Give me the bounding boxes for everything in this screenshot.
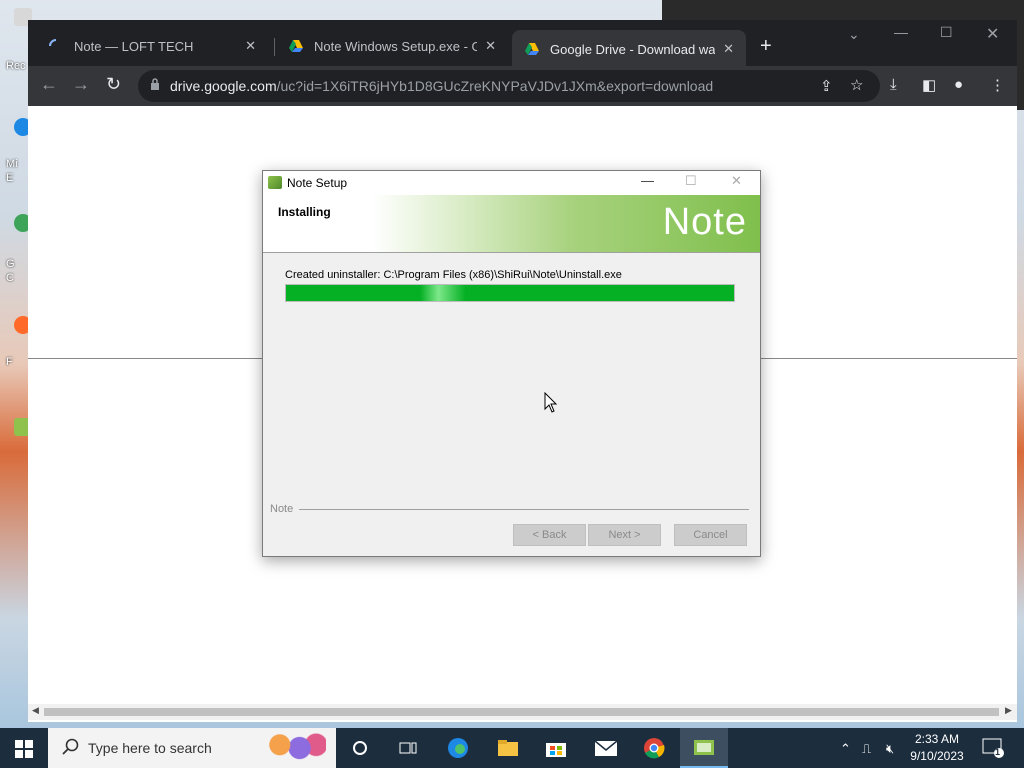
tab-note-setup[interactable]: Note Windows Setup.exe - Goog ✕ <box>276 30 508 62</box>
desktop-label-chrome-2: C <box>6 272 14 284</box>
dialog-title: Note Setup <box>287 176 348 190</box>
task-view-icon[interactable] <box>384 728 432 768</box>
cancel-button[interactable]: Cancel <box>674 524 747 546</box>
desktop-label-chrome: G <box>6 258 15 270</box>
loading-spinner-icon <box>49 39 57 47</box>
desktop-label-edge: Mi <box>6 158 18 170</box>
maximize-icon: ☐ <box>685 173 697 188</box>
profile-avatar-icon[interactable]: ● <box>954 76 963 93</box>
dialog-header-banner: Installing Note <box>263 195 760 253</box>
bookmark-star-icon[interactable]: ☆ <box>850 76 863 94</box>
close-icon[interactable]: ✕ <box>723 41 734 57</box>
chrome-icon[interactable] <box>630 728 678 768</box>
footer-brand-label: Note <box>270 503 294 515</box>
maximize-icon[interactable]: ☐ <box>940 24 953 41</box>
network-icon[interactable]: ⎍ <box>862 741 871 757</box>
tab-search-icon[interactable]: ⌄ <box>848 26 860 43</box>
notification-count: 1 <box>995 747 1001 757</box>
installer-dialog: Note Setup — ☐ ✕ Installing Note Created… <box>262 170 761 557</box>
progress-fill <box>286 285 734 301</box>
store-icon[interactable] <box>532 728 580 768</box>
side-panel-icon[interactable]: ◧ <box>922 76 936 94</box>
volume-muted-icon[interactable]: 🔇︎ <box>886 741 894 757</box>
close-window-icon[interactable]: ✕ <box>986 24 999 44</box>
share-icon[interactable]: ⇪ <box>820 77 833 95</box>
tab-title: Note Windows Setup.exe - Goog <box>314 38 478 54</box>
tab-drive-download-warning[interactable]: Google Drive - Download warnin ✕ <box>512 30 746 68</box>
system-clock[interactable]: 2:33 AM 9/10/2023 <box>902 731 972 765</box>
scrollbar-thumb[interactable] <box>44 708 999 716</box>
cortana-icon[interactable] <box>336 728 384 768</box>
notification-center-icon[interactable]: 1 <box>982 738 1004 763</box>
desktop-label-edge-2: E <box>6 172 14 184</box>
download-icon[interactable]: ⤓ <box>890 76 897 93</box>
desktop-label-recycle: Rec <box>6 60 26 72</box>
clock-date: 9/10/2023 <box>910 749 964 763</box>
file-explorer-icon[interactable] <box>484 728 532 768</box>
lock-icon <box>151 78 159 90</box>
dialog-title-bar[interactable]: Note Setup — ☐ ✕ <box>263 171 760 195</box>
clock-time: 2:33 AM <box>914 732 960 746</box>
next-button[interactable]: Next > <box>588 524 661 546</box>
installer-app-icon <box>268 176 282 189</box>
close-icon: ✕ <box>731 173 742 188</box>
new-tab-button[interactable]: + <box>760 35 772 58</box>
show-hidden-icons-icon[interactable]: ⌃ <box>840 741 851 757</box>
google-drive-icon <box>289 40 303 52</box>
forward-arrow-icon[interactable]: → <box>72 74 90 95</box>
back-button[interactable]: < Back <box>513 524 586 546</box>
install-progress-bar <box>285 284 735 302</box>
minimize-icon[interactable]: — <box>894 24 908 40</box>
back-arrow-icon[interactable]: ← <box>40 74 58 95</box>
tab-title: Google Drive - Download warnin <box>550 41 716 57</box>
search-icon <box>62 738 79 755</box>
brand-logo-text: Note <box>662 201 747 243</box>
address-bar[interactable]: drive.google.com/uc?id=1X6iTR6jHYb1D8GUc… <box>138 70 880 102</box>
horizontal-scrollbar[interactable]: ◀ ▶ <box>28 704 1017 720</box>
reload-icon[interactable]: ↻ <box>106 74 121 95</box>
mouse-cursor-icon <box>544 392 558 413</box>
mail-icon[interactable] <box>582 728 630 768</box>
close-icon[interactable]: ✕ <box>245 38 256 54</box>
taskbar: Type here to search ⌃ ⎍ 🔇︎ 2:33 AM 9/10/… <box>0 728 1024 768</box>
url-host: drive.google.com <box>170 78 277 94</box>
more-menu-icon[interactable]: ⋮ <box>990 76 1005 94</box>
url-text: drive.google.com/uc?id=1X6iTR6jHYb1D8GUc… <box>170 78 713 94</box>
search-highlight-illustration <box>260 732 326 764</box>
tab-title: Note — LOFT TECH <box>74 38 194 54</box>
desktop-label-firefox: F <box>6 356 13 368</box>
tab-separator <box>274 38 275 56</box>
note-setup-icon[interactable] <box>680 728 728 768</box>
header-title: Installing <box>278 205 331 219</box>
google-drive-icon <box>525 43 539 55</box>
install-status-text: Created uninstaller: C:\Program Files (x… <box>285 269 622 281</box>
tab-strip: Note — LOFT TECH ✕ Note Windows Setup.ex… <box>28 20 1017 68</box>
browser-toolbar: ← → ↻ drive.google.com/uc?id=1X6iTR6jHYb… <box>28 66 1017 106</box>
tab-note-loft-tech[interactable]: Note — LOFT TECH ✕ <box>36 30 268 62</box>
windows-start-icon[interactable] <box>15 740 33 758</box>
edge-icon[interactable] <box>434 728 482 768</box>
taskbar-search-box[interactable]: Type here to search <box>48 728 336 768</box>
close-icon[interactable]: ✕ <box>485 38 496 54</box>
minimize-icon[interactable]: — <box>641 173 654 188</box>
scroll-right-icon[interactable]: ▶ <box>1005 705 1012 716</box>
url-path: /uc?id=1X6iTR6jHYb1D8GUcZreKNYPaVJDv1JXm… <box>276 78 714 94</box>
footer-divider <box>299 509 749 510</box>
search-placeholder: Type here to search <box>88 740 212 756</box>
scroll-left-icon[interactable]: ◀ <box>32 705 39 716</box>
